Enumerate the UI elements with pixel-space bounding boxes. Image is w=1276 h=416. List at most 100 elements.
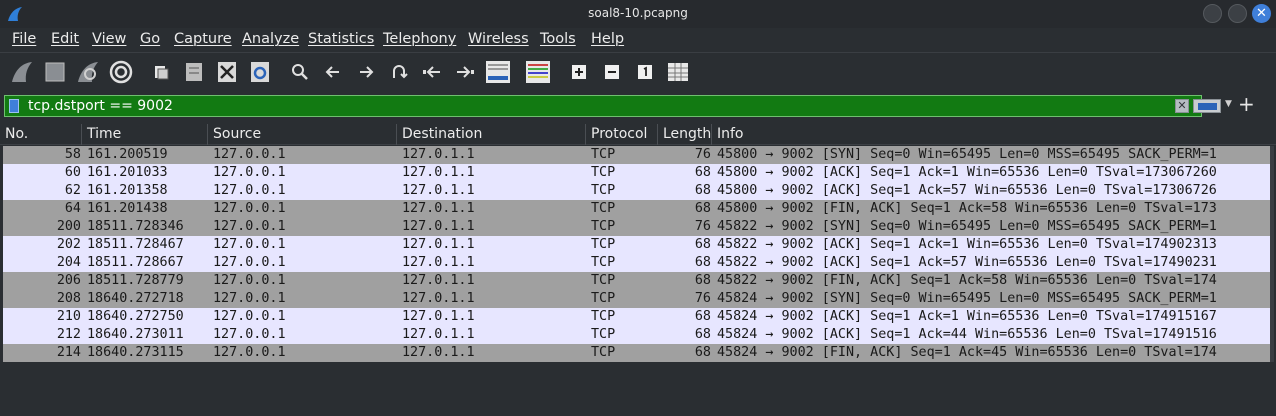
zoom-in-icon[interactable] [566,59,592,85]
title-bar: soal8-10.pcapng ✕ [0,0,1276,28]
menu-analyze[interactable]: Analyze [242,31,299,47]
restart-capture-icon[interactable] [75,59,101,85]
minimize-button[interactable] [1203,4,1222,23]
resize-columns-icon[interactable] [665,59,691,85]
packet-protocol: TCP [591,219,616,234]
packet-info: 45824 → 9002 [ACK] Seq=1 Ack=44 Win=6553… [717,327,1217,342]
packet-time: 161.200519 [87,147,168,162]
packet-length: 68 [694,255,711,270]
go-back-icon[interactable] [320,59,346,85]
packet-destination: 127.0.1.1 [402,219,475,234]
menu-statistics[interactable]: Statistics [308,31,374,47]
packet-info: 45824 → 9002 [ACK] Seq=1 Ack=1 Win=65536… [717,309,1217,324]
packet-row[interactable]: 64 161.201438 127.0.0.1 127.0.1.1 TCP 68 45800… [3,200,1273,218]
save-file-icon[interactable] [181,59,207,85]
packet-source: 127.0.0.1 [213,147,286,162]
go-last-packet-icon[interactable] [452,59,478,85]
packet-row[interactable]: 214 18640.273115 127.0.0.1 127.0.1.1 TCP 68 45… [3,344,1273,362]
stop-capture-icon[interactable] [42,59,68,85]
add-filter-button-icon[interactable]: + [1238,92,1255,116]
packet-row[interactable]: 62 161.201358 127.0.0.1 127.0.1.1 TCP 68 45800… [3,182,1273,200]
packet-destination: 127.0.1.1 [402,147,475,162]
menu-file[interactable]: File [12,31,36,47]
auto-scroll-icon[interactable] [484,59,512,85]
close-window-button[interactable]: ✕ [1252,4,1271,23]
column-header-length[interactable]: Length [658,124,712,145]
column-header-no[interactable]: No. [0,124,82,145]
filter-bookmark-icon[interactable] [9,99,19,113]
packet-row[interactable]: 200 18511.728346 127.0.0.1 127.0.1.1 TCP 76 45… [3,218,1273,236]
packet-row[interactable]: 206 18511.728779 127.0.0.1 127.0.1.1 TCP 68 45… [3,272,1273,290]
menu-telephony[interactable]: Telephony [383,31,456,47]
go-first-packet-icon[interactable] [419,59,445,85]
column-header-source[interactable]: Source [208,124,397,145]
capture-options-icon[interactable] [108,59,134,85]
display-filter-input[interactable]: tcp.dstport == 9002 [28,98,173,114]
packet-destination: 127.0.1.1 [402,255,475,270]
packet-destination: 127.0.1.1 [402,345,475,360]
packet-number: 210 [56,309,81,324]
window-title: soal8-10.pcapng [588,6,688,20]
filter-history-dropdown-icon[interactable]: ▼ [1225,99,1232,109]
packet-info: 45822 → 9002 [SYN] Seq=0 Win=65495 Len=0… [717,219,1217,234]
packet-info: 45824 → 9002 [FIN, ACK] Seq=1 Ack=45 Win… [717,345,1217,360]
packet-info: 45822 → 9002 [FIN, ACK] Seq=1 Ack=58 Win… [717,273,1217,288]
packet-destination: 127.0.1.1 [402,183,475,198]
packet-row[interactable]: 208 18640.272718 127.0.0.1 127.0.1.1 TCP 76 45… [3,290,1273,308]
packet-row[interactable]: 212 18640.273011 127.0.0.1 127.0.1.1 TCP 68 45… [3,326,1273,344]
go-to-packet-icon[interactable] [386,59,412,85]
packet-row[interactable]: 204 18511.728667 127.0.0.1 127.0.1.1 TCP 68 45… [3,254,1273,272]
zoom-out-icon[interactable] [599,59,625,85]
reload-file-icon[interactable] [247,59,273,85]
column-header-time[interactable]: Time [82,124,208,145]
menu-edit[interactable]: Edit [51,31,79,47]
packet-info: 45800 → 9002 [ACK] Seq=1 Ack=1 Win=65536… [717,165,1217,180]
packet-length: 68 [694,345,711,360]
column-header-info[interactable]: Info [712,124,1276,145]
column-header-destination[interactable]: Destination [397,124,586,145]
apply-filter-button[interactable] [1193,99,1221,113]
packet-length: 68 [694,165,711,180]
packet-protocol: TCP [591,309,616,324]
packet-protocol: TCP [591,345,616,360]
menu-go[interactable]: Go [140,31,160,47]
packet-time: 161.201438 [87,201,168,216]
packet-destination: 127.0.1.1 [402,165,475,180]
packet-number: 200 [56,219,81,234]
colorize-icon[interactable] [524,59,552,85]
menu-help[interactable]: Help [591,31,624,47]
packet-source: 127.0.0.1 [213,291,286,306]
packet-destination: 127.0.1.1 [402,327,475,342]
column-header-protocol[interactable]: Protocol [586,124,658,145]
close-file-icon[interactable] [214,59,240,85]
horizontal-scroll-edge[interactable] [1270,146,1274,362]
packet-info: 45800 → 9002 [SYN] Seq=0 Win=65495 Len=0… [717,147,1217,162]
packet-source: 127.0.0.1 [213,219,286,234]
packet-source: 127.0.0.1 [213,183,286,198]
menu-capture[interactable]: Capture [174,31,232,47]
menu-wireless[interactable]: Wireless [468,31,529,47]
maximize-button[interactable] [1228,4,1247,23]
normal-size-icon[interactable] [632,59,658,85]
packet-time: 18511.728667 [87,255,184,270]
find-packet-icon[interactable] [287,59,313,85]
packet-destination: 127.0.1.1 [402,291,475,306]
menu-tools[interactable]: Tools [540,31,576,47]
packet-row[interactable]: 210 18640.272750 127.0.0.1 127.0.1.1 TCP 68 45… [3,308,1273,326]
packet-number: 62 [64,183,81,198]
start-capture-icon[interactable] [9,59,35,85]
packet-number: 202 [56,237,81,252]
packet-info: 45822 → 9002 [ACK] Seq=1 Ack=57 Win=6553… [717,255,1217,270]
packet-length: 68 [694,201,711,216]
packet-row[interactable]: 60 161.201033 127.0.0.1 127.0.1.1 TCP 68 45800… [3,164,1273,182]
open-file-icon[interactable] [148,59,174,85]
packet-length: 76 [694,219,711,234]
display-filter-bar[interactable]: tcp.dstport == 9002 ✕ ▼ [4,95,1232,117]
packet-row[interactable]: 58 161.200519 127.0.0.1 127.0.1.1 TCP 76 45800… [3,146,1273,164]
menu-view[interactable]: View [92,31,126,47]
go-forward-icon[interactable] [353,59,379,85]
packet-number: 204 [56,255,81,270]
packet-row[interactable]: 202 18511.728467 127.0.0.1 127.0.1.1 TCP 68 45… [3,236,1273,254]
clear-filter-icon[interactable]: ✕ [1175,99,1189,113]
packet-destination: 127.0.1.1 [402,273,475,288]
